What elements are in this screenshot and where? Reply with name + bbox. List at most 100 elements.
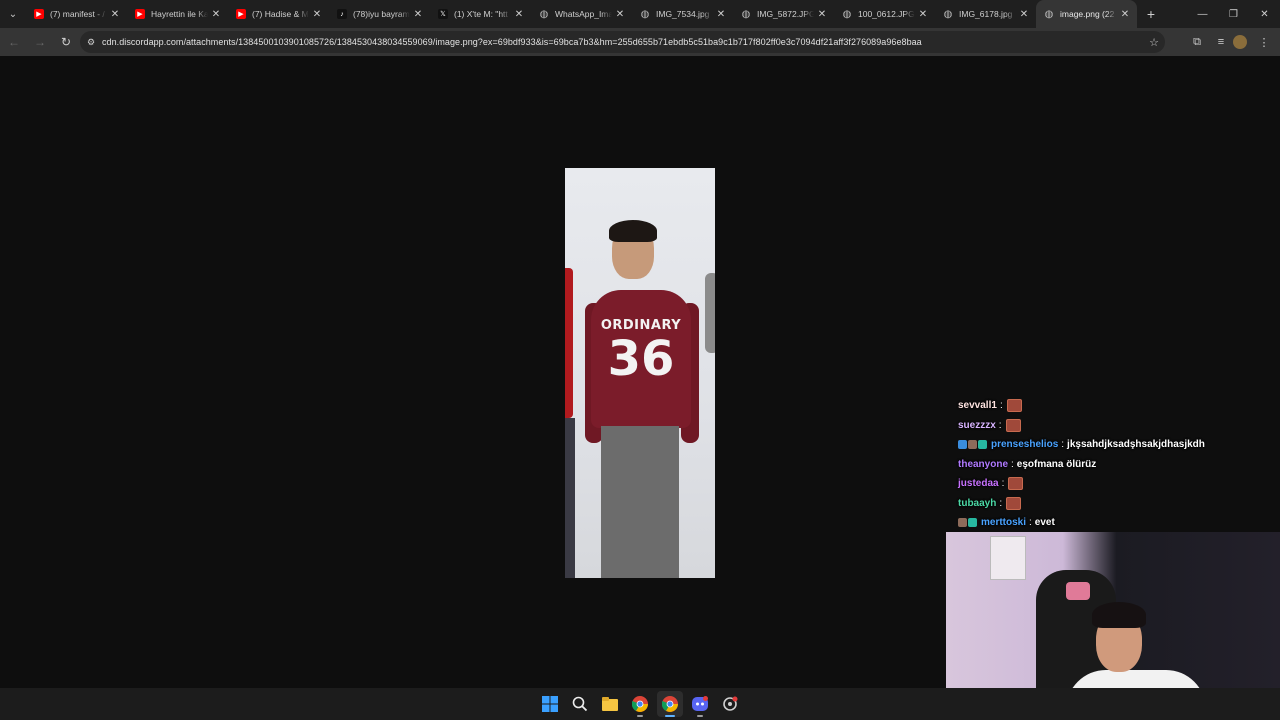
chat-message: prenseshelios: jkşsahdjksadşhsakjdhasjkdh — [958, 435, 1278, 455]
chrome-active-icon[interactable] — [657, 691, 683, 717]
user-badges — [958, 440, 988, 450]
globe-icon: ◍ — [1044, 8, 1054, 20]
restore-icon[interactable]: ❐ — [1218, 0, 1249, 28]
chat-text: evet — [1034, 517, 1055, 529]
minimize-icon[interactable]: — — [1187, 0, 1218, 28]
chat-message: suezzzx: — [958, 416, 1278, 436]
chair-logo — [1066, 582, 1090, 600]
chat-username: justedaa — [958, 478, 999, 490]
tab-close-icon[interactable]: ✕ — [713, 9, 729, 20]
chat-separator: : — [999, 497, 1003, 509]
browser-tab[interactable]: ▶ Hayrettin ile Ka ✕ — [127, 0, 228, 28]
tab-close-icon[interactable]: ✕ — [410, 9, 426, 20]
chat-username: prenseshelios — [991, 439, 1059, 451]
reload-icon[interactable]: ↻ — [54, 30, 78, 54]
globe-icon: ◍ — [741, 8, 751, 20]
youtube-icon: ▶ — [135, 9, 145, 19]
globe-icon: ◍ — [943, 8, 953, 20]
wall-poster — [990, 536, 1026, 580]
tab-close-icon[interactable]: ✕ — [208, 9, 224, 20]
browser-tab[interactable]: 𝕏 (1) X'te M: "htt ✕ — [430, 0, 531, 28]
bystander-right — [705, 273, 715, 353]
new-tab-button[interactable]: + — [1141, 6, 1161, 22]
chat-username: theanyone — [958, 458, 1009, 470]
extensions-icon[interactable]: ⧉ — [1185, 30, 1209, 54]
browser-tab[interactable]: ◍ image.png (22 ✕ — [1036, 0, 1137, 28]
tab-label: (1) X'te M: "htt — [454, 9, 508, 19]
search-icon[interactable] — [567, 691, 593, 717]
tab-label: Hayrettin ile Ka — [151, 9, 208, 19]
chat-username: suezzzx — [958, 419, 996, 431]
taskbar — [0, 688, 1280, 720]
close-window-icon[interactable]: ✕ — [1249, 0, 1280, 28]
chat-emote-icon — [1006, 496, 1022, 510]
chat-separator: : — [999, 400, 1003, 412]
displayed-image[interactable]: ORDINARY 36 — [565, 168, 715, 578]
tab-search-chevron-icon[interactable]: ⌄ — [0, 0, 26, 28]
chat-emote-icon — [1008, 477, 1024, 491]
browser-tab[interactable]: ◍ WhatsApp_Ima ✕ — [531, 0, 632, 28]
browser-tab[interactable]: ◍ IMG_7534.jpg ✕ — [632, 0, 733, 28]
windows-start-icon[interactable] — [537, 691, 563, 717]
tab-close-icon[interactable]: ✕ — [309, 9, 325, 20]
tab-close-icon[interactable]: ✕ — [107, 9, 123, 20]
browser-tab[interactable]: ◍ IMG_6178.jpg ✕ — [935, 0, 1036, 28]
file-explorer-icon[interactable] — [597, 691, 623, 717]
chat-username: tubaayh — [958, 497, 997, 509]
tab-close-icon[interactable]: ✕ — [511, 9, 527, 20]
badge-icon — [958, 518, 967, 528]
window-controls: — ❐ ✕ — [1187, 0, 1280, 28]
x-icon: 𝕏 — [438, 9, 448, 19]
tab-close-icon[interactable]: ✕ — [915, 9, 931, 20]
tab-close-icon[interactable]: ✕ — [814, 9, 830, 20]
chat-text: jkşsahdjksadşhsakjdhasjkdh — [1067, 439, 1205, 451]
tiktok-icon: ♪ — [337, 9, 347, 19]
browser-tab[interactable]: ▶ (7) Hadise & M ✕ — [228, 0, 329, 28]
tab-close-icon[interactable]: ✕ — [612, 9, 628, 20]
media-controls-icon[interactable]: ≡ — [1209, 30, 1233, 54]
menu-kebab-icon[interactable]: ⋮ — [1252, 30, 1276, 54]
chat-emote-icon — [1006, 399, 1022, 413]
tab-label: IMG_5872.JPG — [757, 9, 814, 19]
tab-label: IMG_6178.jpg — [959, 9, 1013, 19]
back-arrow-icon[interactable]: ← — [2, 30, 26, 54]
chat-message: sevvall1: — [958, 396, 1278, 416]
globe-icon: ◍ — [539, 8, 549, 20]
chat-text: eşofmana ölürüz — [1016, 458, 1097, 470]
tab-strip: ⌄ ▶ (7) manifest - / ✕ ▶ Hayrettin ile Ka ✕ ▶(… — [0, 0, 1280, 28]
forward-arrow-icon[interactable]: → — [28, 30, 52, 54]
person-hair — [609, 220, 657, 242]
tab-close-icon[interactable]: ✕ — [1117, 9, 1133, 20]
settings-app-icon[interactable] — [717, 691, 743, 717]
bystander-left — [565, 268, 573, 418]
address-bar[interactable]: ⚙ cdn.discordapp.com/attachments/1384500… — [80, 31, 1165, 53]
tab-close-icon[interactable]: ✕ — [1016, 9, 1032, 20]
chat-message: justedaa: — [958, 474, 1278, 494]
chat-message: merttoski: evet — [958, 513, 1278, 533]
pants — [601, 426, 679, 578]
site-info-icon[interactable]: ⚙ — [80, 37, 102, 48]
browser-tab[interactable]: ♪ (78)iyu bayram ✕ — [329, 0, 430, 28]
badge-icon — [968, 440, 977, 450]
chat-separator: : — [998, 419, 1002, 431]
profile-avatar[interactable] — [1233, 35, 1247, 49]
badge-icon — [968, 518, 977, 528]
discord-icon[interactable] — [687, 691, 713, 717]
chrome-icon[interactable] — [627, 691, 653, 717]
streamer-hair — [1092, 602, 1146, 628]
chat-username: sevvall1 — [958, 400, 997, 412]
bystander-left-legs — [565, 418, 575, 578]
bookmark-star-icon[interactable]: ☆ — [1143, 36, 1165, 49]
sweater-print: ORDINARY 36 — [591, 318, 691, 385]
browser-tab[interactable]: ◍ IMG_5872.JPG ✕ — [733, 0, 834, 28]
tab-label: (7) manifest - / — [50, 9, 105, 19]
user-badges — [958, 518, 978, 528]
chat-separator: : — [1061, 439, 1065, 451]
browser-tab[interactable]: ◍ 100_0612.JPG ✕ — [834, 0, 935, 28]
tab-label: (78)iyu bayram — [353, 9, 410, 19]
url-text[interactable]: cdn.discordapp.com/attachments/138450010… — [102, 37, 1143, 47]
chat-separator: : — [1029, 517, 1032, 529]
browser-tab[interactable]: ▶ (7) manifest - / ✕ — [26, 0, 127, 28]
youtube-icon: ▶ — [34, 9, 44, 19]
sweater-number: 36 — [607, 331, 675, 387]
